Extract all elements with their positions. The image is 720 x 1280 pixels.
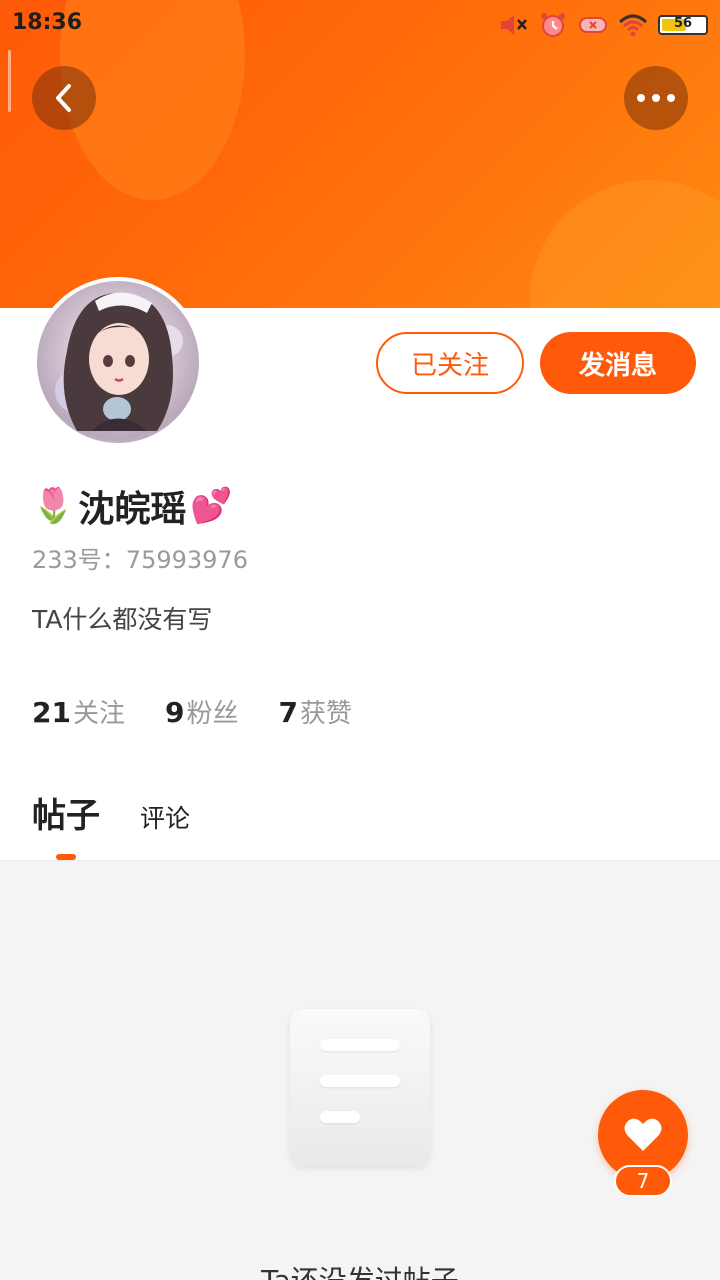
stat-value: 7 (278, 696, 298, 729)
status-time: 18:36 (12, 10, 83, 35)
more-dots-icon (637, 94, 675, 102)
profile-screen: 18:36 56 已关注 发消息 🌷 沈皖瑶 💕 233号：75993976 T… (0, 0, 720, 1280)
stat-label: 获赞 (299, 699, 352, 729)
stat-label: 关注 (72, 699, 125, 729)
more-button[interactable] (624, 66, 688, 130)
stat-followers[interactable]: 9 粉丝 (165, 693, 239, 730)
avatar[interactable] (33, 277, 203, 447)
tab-label: 评论 (140, 804, 191, 833)
profile-bio: TA什么都没有写 (32, 605, 213, 634)
data-off-icon (578, 12, 608, 38)
profile-name: 沈皖瑶 (78, 489, 187, 530)
stat-likes: 7 获赞 (278, 693, 352, 730)
tab-label: 帖子 (32, 796, 100, 836)
volume-muted-icon (498, 12, 528, 38)
stat-value: 9 (164, 696, 185, 729)
stat-value: 21 (32, 696, 71, 729)
posts-content: Ta还没发过帖子 (0, 860, 720, 1280)
edge-handle (8, 50, 11, 112)
banner-decoration (530, 180, 720, 308)
wifi-icon (618, 12, 648, 38)
send-message-button[interactable]: 发消息 (540, 332, 696, 394)
profile-stats: 21 关注 9 粉丝 7 获赞 (32, 693, 352, 730)
hearts-emoji: 💕 (190, 486, 233, 526)
like-count-badge: 7 (614, 1165, 672, 1197)
tulip-emoji: 🌷 (32, 486, 75, 526)
back-button[interactable] (32, 66, 96, 130)
chevron-left-icon (56, 84, 71, 112)
user-id: 233号：75993976 (32, 546, 248, 574)
profile-tabs: 帖子 评论 (32, 788, 190, 860)
stat-following[interactable]: 21 关注 (32, 693, 125, 730)
profile-name-row: 🌷 沈皖瑶 💕 (32, 478, 233, 534)
battery-icon: 56 (658, 15, 708, 35)
empty-document-icon (290, 1009, 430, 1167)
empty-state-text: Ta还没发过帖子 (0, 1259, 720, 1280)
avatar-image (55, 292, 183, 431)
heart-icon (624, 1118, 662, 1151)
stat-label: 粉丝 (186, 699, 239, 729)
alarm-icon (538, 12, 568, 38)
battery-level: 56 (673, 16, 693, 31)
status-bar: 18:36 56 (0, 0, 720, 50)
tab-comments[interactable]: 评论 (140, 799, 190, 835)
tab-posts[interactable]: 帖子 (32, 788, 100, 860)
followed-button[interactable]: 已关注 (376, 332, 524, 394)
